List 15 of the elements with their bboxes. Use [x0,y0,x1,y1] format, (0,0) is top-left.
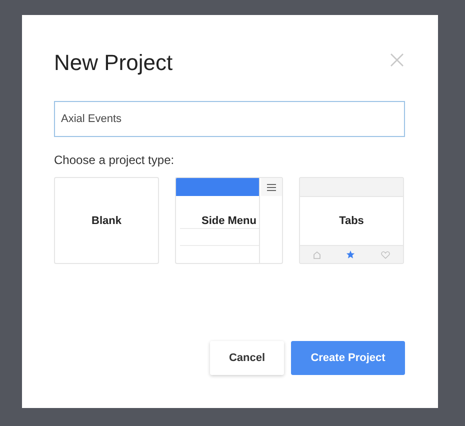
dialog-title: New Project [54,49,173,77]
project-type-card[interactable]: Blank [54,177,159,264]
home-icon [312,250,321,258]
project-type-card[interactable]: Tabs [299,177,404,264]
project-type-label-text: Blank [92,214,122,226]
close-icon[interactable] [390,53,404,67]
heart-icon [381,250,390,258]
project-name-field[interactable]: Axial Events [54,101,405,137]
project-type-card[interactable]: Side Menu [175,177,283,264]
menu-icon [267,184,276,190]
project-type-label-text: Side Menu [201,214,256,226]
star-icon [346,250,356,259]
cancel-button[interactable]: Cancel [210,341,284,375]
project-type-label: Choose a project type: [54,153,176,167]
project-type-label-text: Tabs [339,214,364,226]
